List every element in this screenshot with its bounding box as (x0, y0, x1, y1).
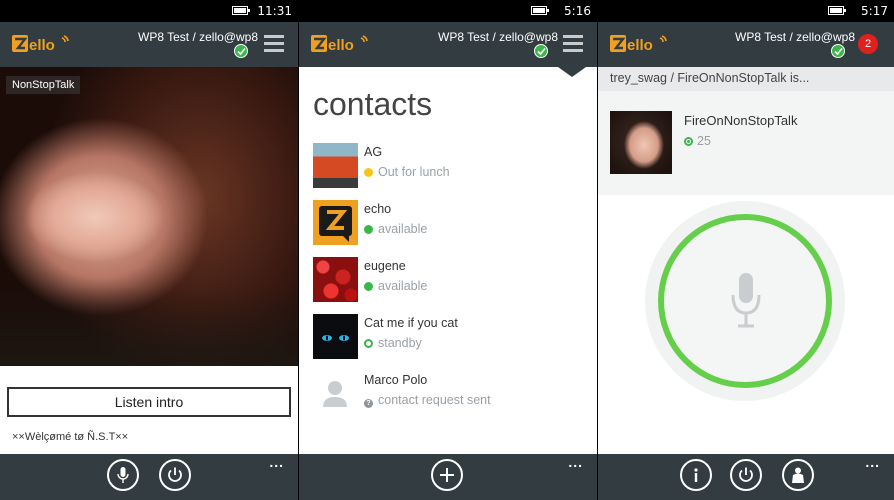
svg-text:ello: ello (328, 37, 354, 54)
away-dot-icon (364, 168, 373, 177)
contacts-screen: 5:16 ello WP8 Test / zello@wp8 contacts … (298, 0, 597, 500)
contact-item-ag[interactable]: AG Out for lunch (313, 143, 583, 191)
contact-status: ? contact request sent (364, 393, 491, 408)
contact-avatar (313, 143, 358, 188)
clock: 5:16 (564, 4, 591, 18)
battery-icon (828, 6, 846, 15)
add-contact-button[interactable] (431, 459, 463, 491)
online-check-icon (831, 44, 845, 58)
standby-ring-icon (364, 339, 373, 348)
online-check-icon (364, 225, 373, 234)
talker-text: trey_swag / FireOnNonStopTalk is... (610, 71, 810, 85)
contact-avatar (313, 200, 358, 245)
status-bar: 5:17 (598, 0, 894, 22)
menu-icon[interactable] (563, 35, 583, 55)
app-bar: ... (598, 454, 894, 500)
svg-text:ello: ello (627, 37, 653, 54)
zello-logo: ello (311, 35, 368, 54)
default-user-icon (323, 381, 347, 407)
push-to-talk-button[interactable] (658, 214, 832, 388)
contact-avatar (313, 257, 358, 302)
contact-avatar (313, 314, 358, 359)
listen-intro-button[interactable]: Listen intro (7, 387, 291, 417)
microphone-icon (731, 273, 761, 328)
clock: 11:31 (257, 4, 292, 18)
channel-photo (0, 67, 298, 366)
channel-intro-screen: 11:31 ello WP8 Test / zello@wp8 NonStopT… (0, 0, 298, 500)
account-label[interactable]: WP8 Test / zello@wp8 (138, 30, 258, 44)
online-check-icon (364, 282, 373, 291)
power-icon (739, 467, 753, 482)
app-bar: ... (0, 454, 298, 500)
power-icon (168, 467, 182, 482)
notch-indicator (558, 67, 586, 77)
microphone-button[interactable] (107, 459, 139, 491)
app-header: ello WP8 Test / zello@wp8 (299, 22, 597, 67)
info-icon (694, 468, 698, 482)
more-options-button[interactable]: ... (269, 454, 284, 470)
battery-icon (232, 6, 250, 15)
power-button[interactable] (730, 459, 762, 491)
contact-status: available (364, 279, 427, 293)
contact-status: Out for lunch (364, 165, 450, 179)
contact-name: echo (364, 202, 392, 216)
contact-avatar (313, 371, 358, 416)
online-check-icon (534, 44, 548, 58)
menu-icon[interactable] (264, 35, 284, 55)
notification-badge[interactable]: 2 (858, 34, 878, 54)
channel-name: FireOnNonStopTalk (684, 113, 798, 128)
user-button[interactable] (782, 459, 814, 491)
zello-logo: ello (12, 35, 69, 54)
status-bar: 5:16 (299, 0, 597, 22)
app-header: ello WP8 Test / zello@wp8 (0, 22, 298, 67)
account-label[interactable]: WP8 Test / zello@wp8 (735, 30, 855, 44)
channel-users: 25 (684, 134, 711, 148)
add-icon (440, 468, 454, 482)
contact-item-marco-polo[interactable]: Marco Polo ? contact request sent (313, 371, 583, 419)
channel-talk-screen: 5:17 ello WP8 Test / zello@wp8 2 trey_sw… (597, 0, 894, 500)
contact-name: eugene (364, 259, 406, 273)
talker-strip: trey_swag / FireOnNonStopTalk is... (598, 67, 894, 91)
contact-name: Cat me if you cat (364, 316, 458, 330)
info-button[interactable] (680, 459, 712, 491)
zello-echo-icon (319, 206, 352, 242)
app-header: ello WP8 Test / zello@wp8 2 (598, 22, 894, 67)
power-button[interactable] (159, 459, 191, 491)
contact-item-eugene[interactable]: eugene available (313, 257, 583, 305)
contact-name: Marco Polo (364, 373, 428, 387)
status-bar: 11:31 (0, 0, 298, 22)
account-label[interactable]: WP8 Test / zello@wp8 (438, 30, 558, 44)
channel-description: ××Wèlçømé tø Ñ.S.T×× (12, 431, 129, 443)
svg-text:ello: ello (29, 37, 55, 54)
app-bar: ... (299, 454, 597, 500)
online-count-icon (684, 137, 693, 146)
page-title: contacts (313, 86, 433, 122)
contact-status: available (364, 222, 427, 236)
zello-logo: ello (610, 35, 667, 54)
more-options-button[interactable]: ... (568, 454, 583, 470)
contact-status: standby (364, 336, 422, 350)
contact-item-echo[interactable]: echo available (313, 200, 583, 248)
more-options-button[interactable]: ... (865, 454, 880, 470)
channel-tag: NonStopTalk (6, 76, 81, 94)
question-icon: ? (364, 399, 373, 408)
contact-item-cat[interactable]: Cat me if you cat standby (313, 314, 583, 362)
channel-avatar (610, 111, 672, 174)
battery-icon (531, 6, 549, 15)
cat-photo (322, 335, 349, 341)
microphone-icon (117, 467, 129, 483)
channel-card[interactable]: FireOnNonStopTalk 25 (598, 91, 894, 195)
clock: 5:17 (861, 4, 888, 18)
online-check-icon (234, 44, 248, 58)
user-icon (792, 467, 804, 483)
contact-name: AG (364, 145, 383, 159)
